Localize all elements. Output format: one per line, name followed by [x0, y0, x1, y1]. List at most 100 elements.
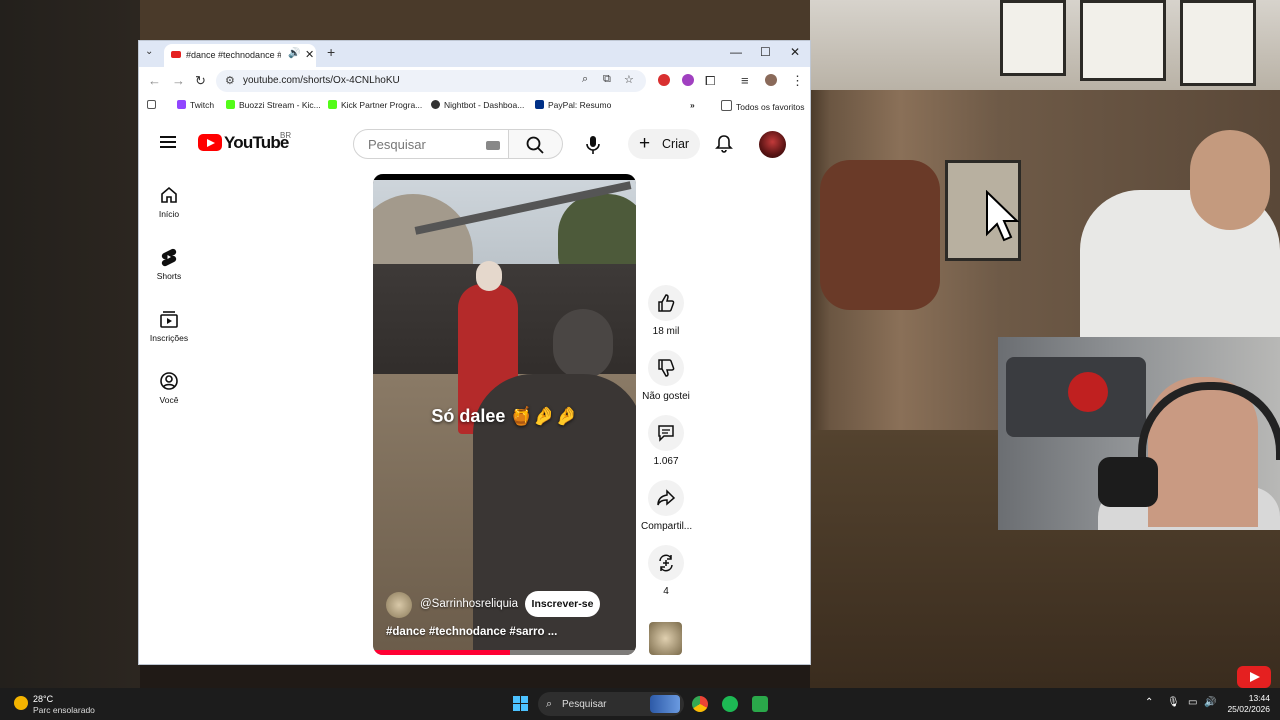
bookmark-star-icon[interactable]: ☆	[624, 73, 634, 86]
barber-chair	[820, 160, 940, 310]
tab-youtube-shorts[interactable]: #dance #technodance #sarro 🔊 ✕	[164, 44, 316, 67]
remix-button[interactable]: 4	[641, 545, 691, 597]
sidebar-item-shorts[interactable]: Shorts	[139, 247, 199, 281]
bookmark-kick-partner[interactable]: Kick Partner Progra...	[328, 100, 422, 110]
shorts-video-player[interactable]: Só dalee 🍯🤌🤌 @Sarrinhosreliquia Inscreve…	[373, 174, 636, 655]
tab-search-icon[interactable]: ⌄	[145, 46, 153, 57]
all-bookmarks-folder[interactable]: Todos os favoritos	[721, 100, 805, 112]
background-frame	[1180, 0, 1256, 86]
show-hidden-icons-icon[interactable]: ⌃	[1145, 697, 1153, 708]
microphone-icon[interactable]: 🎙	[1167, 697, 1180, 708]
comment-icon	[658, 425, 674, 442]
search-input[interactable]: Pesquisar	[353, 129, 509, 159]
extensions-puzzle-icon[interactable]: ⧠	[705, 73, 715, 89]
network-icon[interactable]: ▭	[1188, 697, 1197, 708]
zoom-icon[interactable]: ⌕	[582, 73, 588, 86]
youtube-page: YouTube BR Pesquisar + Criar Início Shor…	[139, 117, 810, 664]
dislike-button[interactable]: Não gostei	[641, 350, 691, 402]
thumbs-down-icon	[658, 359, 675, 377]
volume-icon[interactable]: 🔊	[1204, 697, 1216, 708]
maximize-button[interactable]: ☐	[760, 45, 771, 59]
channel-avatar[interactable]	[386, 592, 412, 618]
plus-icon: +	[639, 133, 651, 154]
kick-icon	[328, 100, 337, 109]
site-info-icon[interactable]: ⚙	[225, 74, 235, 87]
url-text[interactable]: youtube.com/shorts/Ox-4CNLhoKU	[243, 75, 400, 86]
address-bar[interactable]: ⚙ youtube.com/shorts/Ox-4CNLhoKU ⌕ ⧉ ☆	[216, 70, 646, 92]
close-window-button[interactable]: ✕	[790, 45, 800, 59]
twitch-icon	[177, 100, 186, 109]
sidebar-item-subscriptions[interactable]: Inscrições	[139, 309, 199, 343]
reload-button[interactable]: ↻	[195, 73, 206, 89]
menu-dots-icon[interactable]: ⋮	[791, 73, 804, 89]
subscriptions-icon	[160, 311, 178, 328]
new-tab-button[interactable]: +	[327, 44, 335, 60]
sidebar-item-you[interactable]: Você	[139, 371, 199, 405]
background-frame	[1080, 0, 1166, 81]
bookmark-twitch[interactable]: Twitch	[177, 100, 214, 110]
minimize-button[interactable]: —	[730, 45, 742, 59]
nightbot-icon	[431, 100, 440, 109]
media-control-icon[interactable]: ≡	[741, 73, 749, 88]
background-strip	[140, 664, 810, 688]
menu-hamburger-icon[interactable]	[160, 136, 176, 148]
progress-fill	[373, 650, 510, 655]
browser-window: ⌄ #dance #technodance #sarro 🔊 ✕ + — ☐ ✕…	[139, 41, 810, 664]
tab-bar: ⌄ #dance #technodance #sarro 🔊 ✕ + — ☐ ✕	[139, 41, 810, 67]
video-hashtags[interactable]: #dance #technodance #sarro ...	[386, 626, 557, 638]
install-app-icon[interactable]: ⧉	[603, 73, 611, 86]
like-button[interactable]: 18 mil	[641, 285, 691, 337]
chrome-icon[interactable]	[692, 696, 708, 712]
webcam-overlay	[998, 337, 1280, 530]
notifications-bell-icon[interactable]	[714, 134, 734, 159]
microphone-icon	[586, 136, 600, 154]
back-button[interactable]: ←	[148, 73, 161, 88]
share-button[interactable]: Compartil...	[641, 480, 693, 532]
clock[interactable]: 13:44 25/02/2026	[1222, 693, 1270, 715]
like-count: 18 mil	[652, 326, 680, 337]
spotify-icon[interactable]	[722, 696, 738, 712]
create-button[interactable]: + Criar	[628, 129, 700, 159]
taskbar-search[interactable]: ⌕ Pesquisar	[538, 692, 684, 716]
youtube-favicon-icon	[171, 51, 181, 58]
sidebar-item-home[interactable]: Início	[139, 185, 199, 219]
remix-icon	[659, 554, 673, 572]
search-button[interactable]	[509, 129, 563, 159]
microphone-icon	[1098, 457, 1158, 507]
comments-button[interactable]: 1.067	[641, 415, 691, 467]
bookmarks-bar: Twitch Buozzi Stream - Kic... Kick Partn…	[139, 95, 810, 118]
more-bookmarks-icon[interactable]: »	[690, 100, 695, 110]
apps-grid-icon[interactable]	[147, 100, 160, 110]
bookmark-buozzi-stream[interactable]: Buozzi Stream - Kic...	[226, 100, 321, 110]
bookmark-paypal[interactable]: PayPal: Resumo	[535, 100, 611, 110]
extension-icon[interactable]	[658, 74, 670, 86]
forward-button[interactable]: →	[172, 73, 185, 88]
folder-icon	[721, 100, 732, 111]
keyboard-icon[interactable]	[486, 141, 500, 150]
app-icon[interactable]	[752, 696, 768, 712]
subscribe-button[interactable]: Inscrever-se	[525, 591, 600, 617]
share-label: Compartil...	[641, 521, 693, 532]
account-avatar[interactable]	[759, 131, 786, 158]
close-tab-icon[interactable]: ✕	[305, 48, 314, 61]
bookmark-nightbot[interactable]: Nightbot - Dashboa...	[431, 100, 524, 110]
comment-count: 1.067	[653, 456, 679, 467]
windows-start-icon[interactable]	[513, 696, 529, 712]
youtube-logo-icon	[1237, 666, 1271, 688]
channel-handle[interactable]: @Sarrinhosreliquia	[420, 598, 518, 610]
dislike-label: Não gostei	[642, 391, 690, 402]
progress-bar[interactable]	[373, 650, 636, 655]
thumbs-up-icon	[658, 294, 675, 312]
profile-avatar-icon[interactable]	[765, 74, 777, 86]
extension-icon[interactable]	[682, 74, 694, 86]
audio-thumbnail[interactable]	[649, 622, 682, 655]
search-highlight-image	[650, 695, 680, 713]
voice-search-button[interactable]	[580, 132, 606, 158]
paypal-icon	[535, 100, 544, 109]
search-icon	[526, 136, 544, 154]
shorts-icon	[161, 248, 177, 267]
youtube-play-icon	[198, 134, 222, 151]
speaker-icon[interactable]: 🔊	[288, 48, 300, 59]
sun-icon	[14, 696, 28, 710]
tab-title: #dance #technodance #sarro	[186, 50, 281, 60]
